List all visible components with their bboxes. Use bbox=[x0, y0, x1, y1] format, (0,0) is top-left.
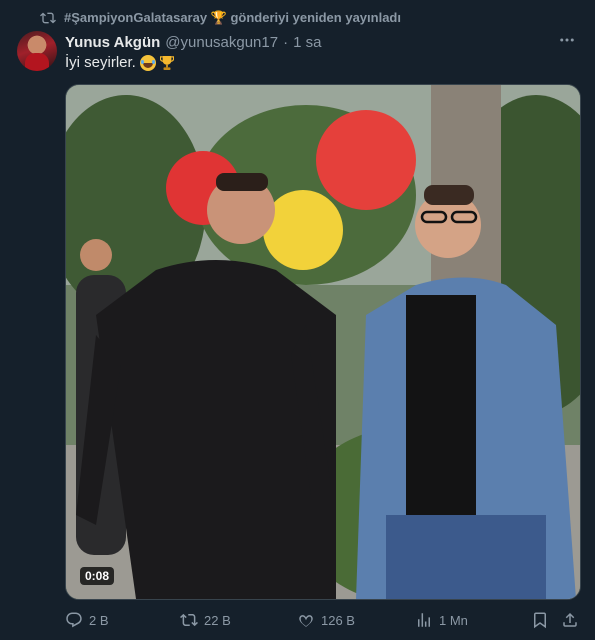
retweet-icon bbox=[40, 12, 56, 24]
retweet-context[interactable]: #ŞampiyonGalatasaray 🏆 gönderiyi yeniden… bbox=[40, 8, 401, 28]
reply-count: 2 B bbox=[89, 612, 109, 628]
more-icon bbox=[560, 38, 574, 42]
video-duration: 0:08 bbox=[80, 567, 115, 585]
retweet-count: 22 B bbox=[204, 612, 231, 628]
bookmark-button[interactable] bbox=[531, 608, 549, 632]
author-handle[interactable]: @yunusakgun17 bbox=[165, 34, 278, 51]
share-button[interactable] bbox=[561, 608, 579, 632]
share-icon bbox=[563, 612, 577, 627]
tweet-text: İyi seyirler. bbox=[65, 54, 174, 71]
like-count: 126 B bbox=[321, 612, 355, 628]
views-button[interactable]: 1 Mn bbox=[415, 608, 468, 632]
reply-icon bbox=[66, 612, 82, 628]
views-count: 1 Mn bbox=[439, 612, 468, 628]
trophy-emoji bbox=[159, 55, 174, 70]
tweet-actions: 2 B 22 B 126 B 1 Mn bbox=[65, 608, 581, 632]
yellow-balloon bbox=[263, 190, 343, 270]
like-button[interactable]: 126 B bbox=[297, 608, 355, 632]
tweet-video[interactable]: 0:08 bbox=[65, 84, 581, 600]
retweet-action-icon bbox=[180, 613, 198, 627]
separator-dot: · bbox=[283, 33, 289, 51]
retweet-button[interactable]: 22 B bbox=[180, 608, 231, 632]
author-avatar[interactable] bbox=[17, 31, 57, 71]
video-frame bbox=[66, 85, 580, 599]
bookmark-icon bbox=[534, 612, 546, 629]
heart-icon bbox=[299, 615, 313, 627]
reply-button[interactable]: 2 B bbox=[65, 608, 109, 632]
red-balloon-right bbox=[316, 110, 416, 210]
tweet-time[interactable]: 1 sa bbox=[293, 34, 321, 51]
views-icon bbox=[418, 613, 430, 627]
more-options-button[interactable] bbox=[555, 30, 579, 50]
retweet-text: #ŞampiyonGalatasaray 🏆 gönderiyi yeniden… bbox=[64, 10, 401, 25]
author-name[interactable]: Yunus Akgün bbox=[65, 34, 160, 51]
avatar-shirt bbox=[25, 53, 49, 71]
tweet-text-content: İyi seyirler. bbox=[65, 54, 136, 71]
face-with-tears-of-joy-emoji bbox=[139, 54, 156, 71]
tweet-header: Yunus Akgün @yunusakgun17 · 1 sa bbox=[65, 32, 321, 52]
